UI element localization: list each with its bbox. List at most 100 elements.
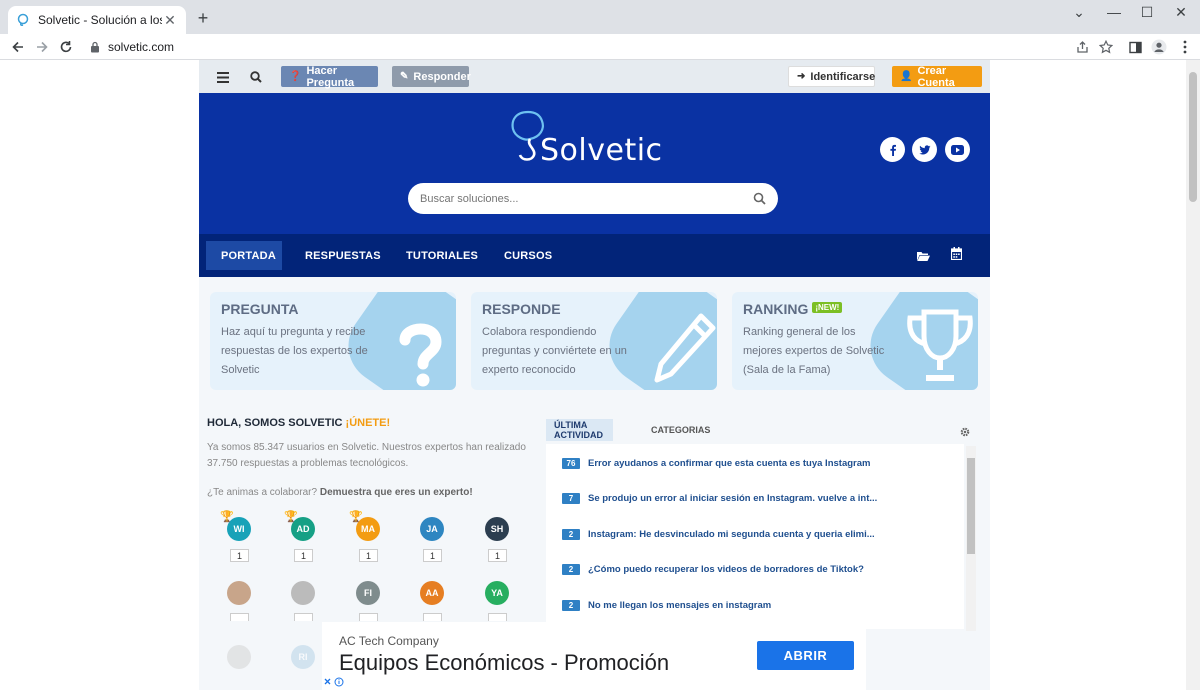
- expert-avatar[interactable]: [291, 581, 315, 605]
- expert-avatar[interactable]: FI: [356, 581, 380, 605]
- new-tab-button[interactable]: +: [194, 8, 212, 28]
- expert-avatar[interactable]: [227, 645, 251, 669]
- ad-banner[interactable]: AC Tech Company Equipos Económicos - Pro…: [322, 622, 866, 690]
- card-pregunta[interactable]: PREGUNTA Haz aquí tu pregunta y recibe r…: [210, 292, 456, 390]
- site-logo-text[interactable]: Solvetic: [540, 133, 663, 168]
- page-scrollbar[interactable]: [1186, 60, 1200, 690]
- edit-icon: ✎: [400, 71, 409, 82]
- activity-row[interactable]: 7 Se produjo un error al iniciar sesión e…: [562, 491, 877, 505]
- user-plus-icon: 👤: [900, 71, 913, 82]
- expert-avatar[interactable]: SH: [485, 517, 509, 541]
- activity-row[interactable]: 2 No me llegan los mensajes en instagram: [562, 598, 771, 612]
- maximize-button[interactable]: ☐: [1129, 0, 1165, 24]
- welcome-title: HOLA, SOMOS SOLVETIC ¡ÚNETE!: [207, 417, 390, 429]
- activity-row[interactable]: 2 Instagram: He desvinculado mi segunda c…: [562, 527, 875, 541]
- card-ranking[interactable]: RANKING ¡NEW! Ranking general de los mejo…: [732, 292, 978, 390]
- answer-button[interactable]: ✎ Responder: [392, 66, 471, 87]
- join-link[interactable]: ¡ÚNETE!: [346, 417, 391, 429]
- card-responde[interactable]: RESPONDE Colabora respondiendo preguntas…: [471, 292, 717, 390]
- nav-portada[interactable]: PORTADA: [206, 241, 282, 270]
- activity-question-link[interactable]: No me llegan los mensajes en instagram: [588, 600, 771, 611]
- expert-avatar[interactable]: YA: [485, 581, 509, 605]
- activity-question-link[interactable]: Error ayudanos a confirmar que esta cuen…: [588, 458, 870, 469]
- browser-tabstrip: Solvetic - Solución a los problem ✕ + ⌄ …: [0, 0, 1200, 34]
- site-search-input[interactable]: [420, 192, 753, 205]
- search-icon[interactable]: [250, 70, 262, 88]
- browser-menu-icon[interactable]: [1175, 37, 1195, 57]
- browser-toolbar: solvetic.com: [0, 34, 1200, 60]
- ad-open-button[interactable]: ABRIR: [757, 641, 854, 670]
- nav-tutoriales[interactable]: TUTORIALES: [391, 241, 493, 270]
- minimize-button[interactable]: —: [1096, 0, 1132, 24]
- share-icon[interactable]: [1072, 37, 1092, 57]
- browser-tab[interactable]: Solvetic - Solución a los problem ✕: [8, 6, 186, 34]
- pencil-icon: [654, 313, 716, 383]
- trophy-icon: 🏆: [349, 511, 363, 523]
- ask-question-button[interactable]: ❓ Hacer Pregunta: [281, 65, 378, 89]
- site-search-box[interactable]: [408, 183, 778, 214]
- address-bar[interactable]: solvetic.com: [80, 36, 1070, 58]
- login-button[interactable]: ➜ Identificarse: [788, 66, 875, 87]
- answer-count-badge: 2: [562, 528, 580, 540]
- back-arrow-icon: [12, 41, 23, 53]
- activity-row[interactable]: 2 ¿Cómo puedo recuperar los videos de bor…: [562, 562, 864, 576]
- question-circle-icon: ❓: [289, 71, 302, 82]
- activity-list: 76 Error ayudanos a confirmar que esta cu…: [546, 444, 964, 629]
- expert-avatar[interactable]: AA: [420, 581, 444, 605]
- card-ranking-desc: Ranking general de los mejores expertos …: [743, 326, 885, 376]
- lock-icon: [91, 41, 99, 53]
- page-viewport: ❓ Hacer Pregunta ✎ Responder ➜ Identificars…: [0, 60, 1200, 690]
- card-ranking-title: RANKING ¡NEW!: [743, 301, 843, 317]
- activity-scrollbar[interactable]: [966, 446, 976, 631]
- activity-row[interactable]: 76 Error ayudanos a confirmar que esta cu…: [562, 456, 870, 470]
- tab-close-icon[interactable]: ✕: [162, 12, 178, 29]
- welcome-title-text: HOLA, SOMOS SOLVETIC: [207, 417, 343, 429]
- tab-title: Solvetic - Solución a los problem: [38, 13, 162, 27]
- calendar-icon[interactable]: [950, 247, 963, 265]
- settings-gear-icon[interactable]: [960, 424, 970, 442]
- solvetic-favicon-icon: [17, 13, 29, 26]
- forward-button[interactable]: [32, 37, 52, 57]
- nav-respuestas[interactable]: RESPUESTAS: [290, 241, 396, 270]
- trophy-icon: 🏆: [284, 511, 298, 523]
- adchoices-icon[interactable]: [322, 676, 348, 688]
- tab-latest-activity[interactable]: ÚLTIMA ACTIVIDAD: [546, 419, 613, 441]
- activity-scrollbar-thumb[interactable]: [967, 458, 975, 554]
- expert-avatar[interactable]: [227, 581, 251, 605]
- activity-question-link[interactable]: Se produjo un error al iniciar sesión en…: [588, 493, 877, 504]
- expert-score: 1: [423, 549, 442, 562]
- activity-question-link[interactable]: Instagram: He desvinculado mi segunda cu…: [588, 529, 875, 540]
- welcome-intro: Ya somos 85.347 usuarios en Solvetic. Nu…: [207, 442, 526, 469]
- card-responde-title: RESPONDE: [482, 301, 561, 317]
- bookmark-star-icon[interactable]: [1096, 37, 1116, 57]
- tab-search-icon[interactable]: ⌄: [1061, 0, 1097, 24]
- youtube-icon[interactable]: [945, 137, 970, 162]
- hamburger-menu-icon[interactable]: [217, 70, 229, 88]
- profile-avatar-icon[interactable]: [1149, 37, 1169, 57]
- answer-count-badge: 76: [562, 457, 580, 469]
- collab-link[interactable]: Demuestra que eres un experto!: [320, 487, 473, 498]
- expert-avatar[interactable]: RI: [291, 645, 315, 669]
- folder-open-icon[interactable]: [917, 249, 930, 267]
- close-window-button[interactable]: ✕: [1163, 0, 1199, 24]
- search-submit-icon[interactable]: [753, 192, 766, 205]
- facebook-icon[interactable]: [880, 137, 905, 162]
- back-button[interactable]: [8, 37, 28, 57]
- activity-question-link[interactable]: ¿Cómo puedo recuperar los videos de borr…: [588, 564, 864, 575]
- tab-categories[interactable]: CATEGORIAS: [643, 419, 718, 441]
- ad-headline[interactable]: Equipos Económicos - Promoción: [339, 650, 669, 676]
- answer-count-badge: 2: [562, 599, 580, 611]
- question-mark-icon: [399, 323, 442, 387]
- reload-button[interactable]: [56, 37, 76, 57]
- trophy-icon: [907, 309, 973, 381]
- nav-cursos[interactable]: CURSOS: [489, 241, 567, 270]
- page-scrollbar-thumb[interactable]: [1189, 72, 1197, 202]
- expert-score: [230, 613, 249, 621]
- expert-score: 1: [230, 549, 249, 562]
- twitter-icon[interactable]: [912, 137, 937, 162]
- signup-button[interactable]: 👤 Crear Cuenta: [892, 65, 982, 89]
- forward-arrow-icon: [37, 41, 48, 53]
- expert-avatar[interactable]: JA: [420, 517, 444, 541]
- side-panel-icon[interactable]: [1125, 37, 1145, 57]
- trophy-icon: 🏆: [220, 511, 234, 523]
